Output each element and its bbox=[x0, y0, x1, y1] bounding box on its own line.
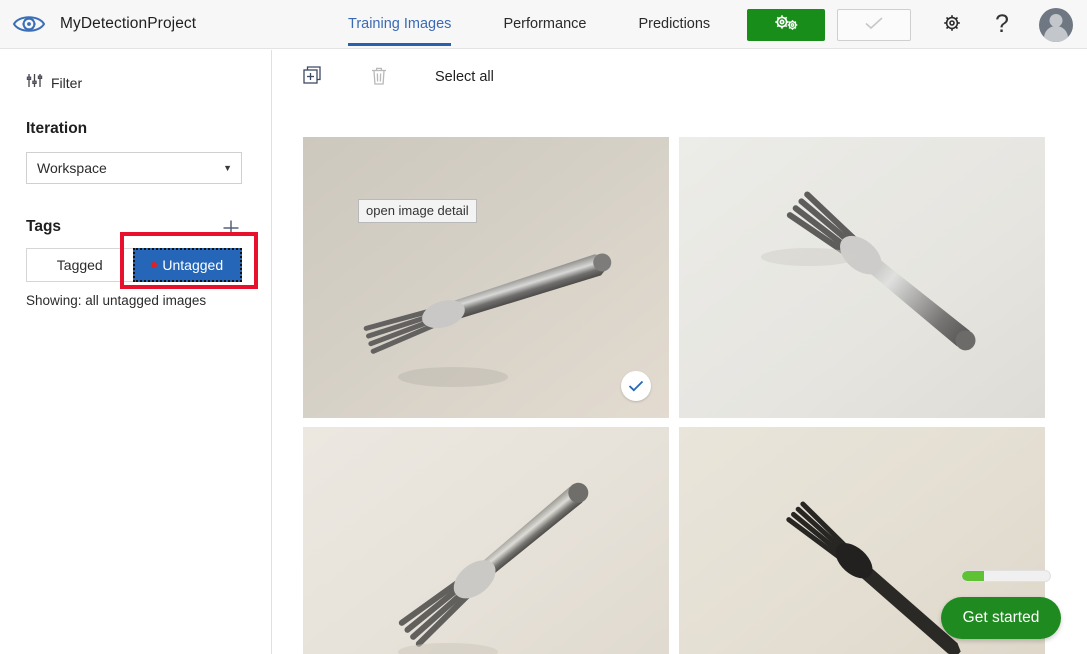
showing-status-text: Showing: all untagged images bbox=[26, 293, 207, 308]
avatar[interactable] bbox=[1039, 7, 1073, 42]
eye-gear-logo-icon bbox=[12, 10, 46, 38]
training-image bbox=[303, 427, 669, 654]
add-image-icon bbox=[303, 65, 323, 89]
sliders-icon bbox=[26, 72, 43, 94]
page-title: MyDetectionProject bbox=[60, 15, 197, 32]
train-button[interactable] bbox=[747, 8, 825, 41]
settings-button[interactable] bbox=[933, 6, 971, 44]
brand[interactable]: MyDetectionProject bbox=[0, 10, 196, 38]
iteration-select-value: Workspace bbox=[37, 160, 107, 176]
quick-test-button[interactable] bbox=[837, 8, 911, 41]
delete-button[interactable] bbox=[359, 59, 399, 95]
tab-label: Predictions bbox=[638, 15, 711, 32]
tab-predictions[interactable]: Predictions bbox=[638, 0, 710, 49]
tab-label: Training Images bbox=[348, 15, 452, 32]
select-all-button[interactable]: Select all bbox=[435, 69, 494, 85]
tab-label: Performance bbox=[503, 15, 587, 32]
gallery-thumbnail[interactable] bbox=[679, 137, 1045, 418]
filter-label: Filter bbox=[51, 75, 83, 91]
tag-filter-untagged[interactable]: Untagged bbox=[132, 248, 242, 282]
add-tag-button[interactable] bbox=[220, 218, 242, 240]
image-selected-badge[interactable] bbox=[621, 371, 651, 401]
gallery-thumbnail[interactable] bbox=[303, 427, 669, 654]
tag-filter-untagged-label: Untagged bbox=[162, 257, 224, 273]
tag-filter-tagged-label: Tagged bbox=[56, 257, 103, 273]
onboarding-progress-fill bbox=[962, 571, 984, 581]
iteration-heading: Iteration bbox=[26, 120, 88, 137]
chevron-down-icon: ▼ bbox=[223, 163, 232, 173]
gallery-thumbnail[interactable]: open image detail bbox=[303, 137, 669, 418]
filter-button[interactable]: Filter bbox=[26, 72, 247, 94]
app-root: MyDetectionProject Training Images Perfo… bbox=[0, 0, 1087, 654]
avatar-body bbox=[1044, 25, 1068, 42]
iteration-select[interactable]: Workspace ▼ bbox=[26, 152, 242, 184]
tag-filter-tagged[interactable]: Tagged bbox=[26, 248, 133, 282]
image-gallery: open image detail bbox=[303, 137, 1055, 654]
help-button[interactable]: ? bbox=[983, 6, 1021, 44]
tab-performance[interactable]: Performance bbox=[503, 0, 586, 49]
add-image-button[interactable] bbox=[293, 59, 333, 95]
onboarding-progress-bar bbox=[961, 570, 1051, 582]
training-image bbox=[679, 137, 1045, 418]
checkmark-icon bbox=[863, 15, 885, 34]
training-image bbox=[303, 137, 669, 418]
main-nav-tabs: Training Images Performance Predictions bbox=[348, 0, 710, 49]
get-started-label: Get started bbox=[962, 609, 1040, 626]
sidebar: Filter Iteration Workspace ▼ Tags Tagged bbox=[0, 50, 272, 654]
tags-heading: Tags bbox=[26, 218, 62, 235]
gear-icon bbox=[941, 12, 963, 37]
question-mark-icon: ? bbox=[995, 10, 1009, 38]
tab-training-images[interactable]: Training Images bbox=[348, 0, 452, 49]
check-icon bbox=[628, 380, 644, 392]
gears-icon bbox=[771, 13, 801, 36]
plus-icon bbox=[222, 219, 240, 240]
main-content: Select all open image detail bbox=[273, 50, 1087, 654]
red-dot-icon bbox=[151, 262, 158, 268]
get-started-button[interactable]: Get started bbox=[941, 597, 1061, 639]
app-header: MyDetectionProject Training Images Perfo… bbox=[0, 0, 1087, 49]
open-image-detail-tooltip: open image detail bbox=[358, 199, 477, 223]
trash-icon bbox=[370, 66, 388, 89]
tag-filter-toggle: Tagged Untagged bbox=[26, 248, 242, 282]
image-toolbar: Select all bbox=[273, 50, 1087, 104]
tags-header-row: Tags bbox=[26, 216, 242, 238]
header-actions: ? bbox=[747, 0, 1073, 49]
